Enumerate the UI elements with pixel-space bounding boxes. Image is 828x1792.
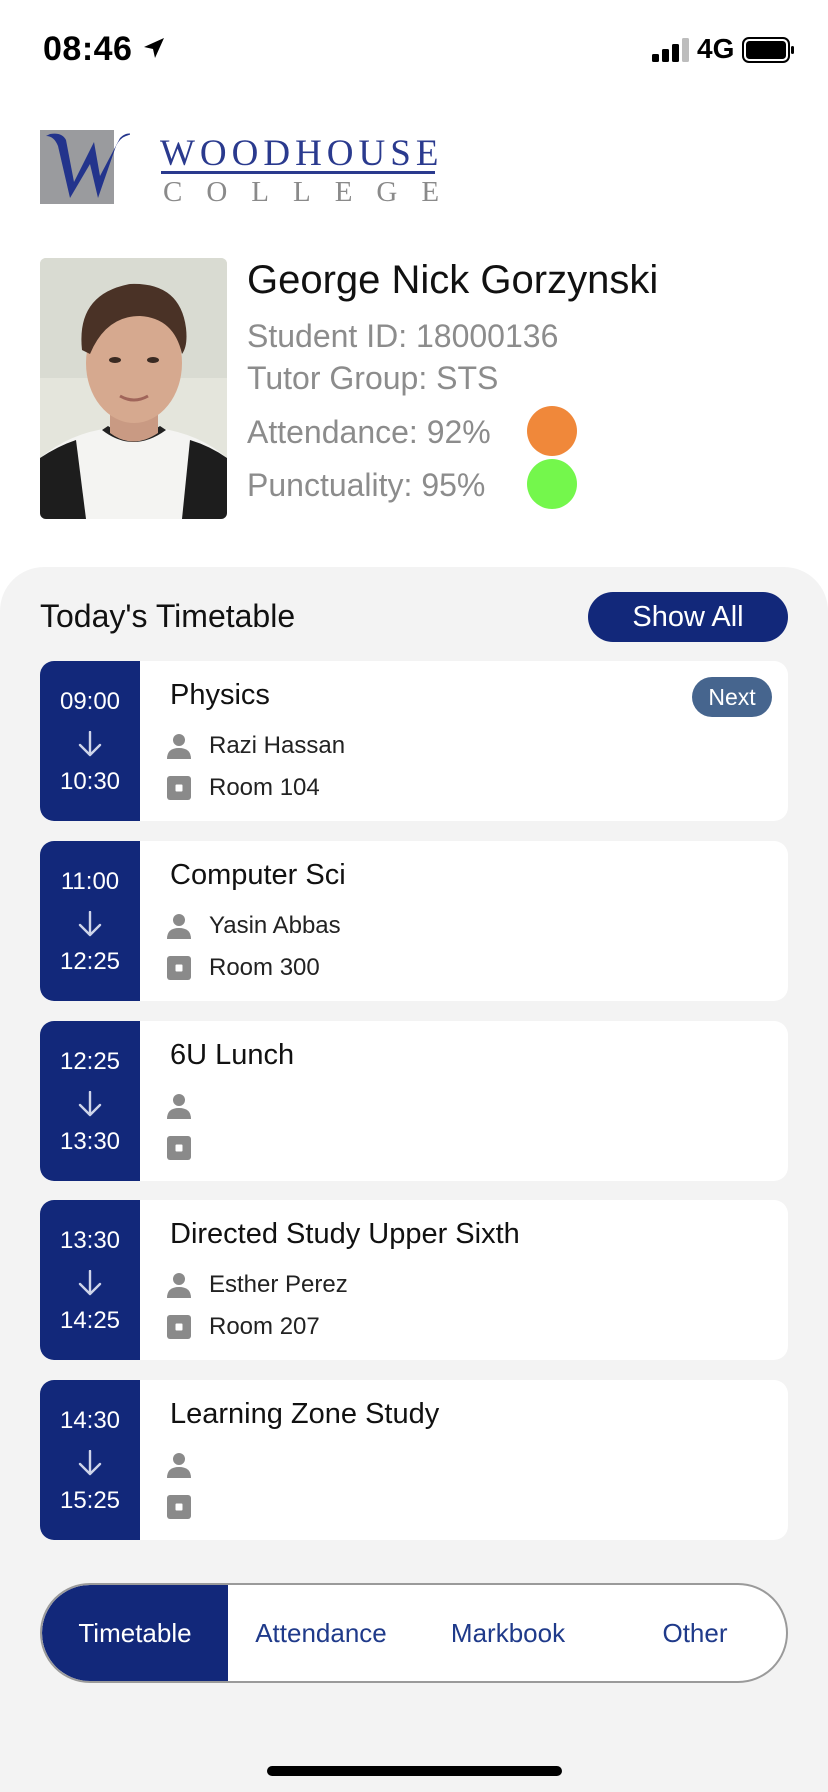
lesson-time-column: 12:25 13:30 <box>40 1021 140 1181</box>
status-time: 08:46 <box>43 30 133 68</box>
lesson-end-time: 15:25 <box>59 1487 121 1514</box>
signal-icon <box>652 38 689 62</box>
student-photo-image <box>40 258 227 519</box>
college-name: WOODHOUSE <box>160 133 444 174</box>
attendance-text: Attendance: 92% <box>247 414 491 450</box>
lesson-room-row: Room 207 <box>165 1312 320 1342</box>
attendance-status-dot <box>527 406 577 456</box>
student-name: George Nick Gorzynski <box>247 258 659 302</box>
student-photo <box>40 258 227 519</box>
lesson-subject: Learning Zone Study <box>170 1398 440 1430</box>
status-bar: 08:46 4G <box>0 0 828 100</box>
room-icon <box>165 1134 193 1162</box>
punctuality-text: Punctuality: 95% <box>247 467 486 503</box>
lesson-card[interactable]: 11:00 12:25 Computer Sci Yasin Abbas Room 30… <box>40 841 788 1001</box>
lesson-time-column: 13:30 14:25 <box>40 1200 140 1360</box>
network-type: 4G <box>697 33 735 64</box>
lesson-teacher-row: Esther Perez <box>165 1270 348 1300</box>
lesson-teacher-row <box>165 1450 209 1480</box>
lesson-end-time: 14:25 <box>59 1307 121 1334</box>
lesson-card[interactable]: 09:00 10:30 Physics Razi Hassan Room 104 Next <box>40 661 788 821</box>
lesson-start-time: 12:25 <box>59 1048 121 1075</box>
lesson-start-time: 13:30 <box>59 1227 121 1254</box>
arrow-down-icon <box>78 1269 102 1296</box>
lesson-end-time: 12:25 <box>59 948 121 975</box>
student-id: Student ID: 18000136 <box>247 318 559 354</box>
lesson-subject: Computer Sci <box>170 859 346 891</box>
college-logo: WOODHOUSE COLLEGE <box>40 128 440 208</box>
lesson-teacher: Esther Perez <box>209 1271 348 1298</box>
person-icon <box>165 912 193 940</box>
person-icon <box>165 1092 193 1120</box>
lesson-subject: Physics <box>170 679 270 711</box>
arrow-down-icon <box>78 730 102 757</box>
lesson-teacher-row: Razi Hassan <box>165 731 345 761</box>
timetable-title: Today's Timetable <box>40 598 296 634</box>
lesson-start-time: 11:00 <box>60 868 120 895</box>
lesson-teacher-row: Yasin Abbas <box>165 911 341 941</box>
tab-timetable[interactable]: Timetable <box>42 1585 228 1681</box>
logo-divider <box>161 171 435 174</box>
lesson-teacher: Razi Hassan <box>209 732 346 759</box>
lesson-room-row: Room 300 <box>165 953 320 983</box>
lesson-time-column: 09:00 10:30 <box>40 661 140 821</box>
room-icon <box>165 774 193 802</box>
lesson-room-row <box>165 1492 209 1522</box>
lesson-room: Room 104 <box>209 774 320 801</box>
tab-other[interactable]: Other <box>602 1585 786 1681</box>
tab-attendance[interactable]: Attendance <box>228 1585 414 1681</box>
punctuality-status-dot <box>527 459 577 509</box>
show-all-button[interactable]: Show All <box>588 592 788 642</box>
lesson-end-time: 10:30 <box>59 768 121 795</box>
lesson-subject: 6U Lunch <box>170 1039 295 1071</box>
arrow-down-icon <box>78 1449 102 1476</box>
lesson-card[interactable]: 12:25 13:30 6U Lunch <box>40 1021 788 1181</box>
lesson-subject: Directed Study Upper Sixth <box>170 1218 520 1250</box>
home-indicator <box>267 1766 562 1776</box>
tutor-group: Tutor Group: STS <box>247 360 499 396</box>
college-sub: COLLEGE <box>163 176 464 208</box>
lesson-room: Room 300 <box>209 954 320 981</box>
arrow-down-icon <box>78 910 102 937</box>
lesson-time-column: 14:30 15:25 <box>40 1380 140 1540</box>
next-badge: Next <box>692 677 772 717</box>
room-icon <box>165 1313 193 1341</box>
person-icon <box>165 1271 193 1299</box>
battery-icon <box>742 37 794 63</box>
arrow-down-icon <box>78 1090 102 1117</box>
lesson-teacher-row <box>165 1091 209 1121</box>
lesson-room-row <box>165 1133 209 1163</box>
lesson-room: Room 207 <box>209 1313 320 1340</box>
lesson-teacher: Yasin Abbas <box>209 912 341 939</box>
bottom-tab-bar: Timetable Attendance Markbook Other <box>40 1583 788 1683</box>
lesson-start-time: 14:30 <box>59 1407 121 1434</box>
lesson-card[interactable]: 14:30 15:25 Learning Zone Study <box>40 1380 788 1540</box>
lesson-room-row: Room 104 <box>165 773 320 803</box>
person-icon <box>165 732 193 760</box>
tab-markbook[interactable]: Markbook <box>414 1585 602 1681</box>
lesson-end-time: 13:30 <box>59 1128 121 1155</box>
college-logo-mark <box>40 130 130 204</box>
location-arrow-icon <box>144 38 164 58</box>
lesson-card[interactable]: 13:30 14:25 Directed Study Upper Sixth Esth… <box>40 1200 788 1360</box>
person-icon <box>165 1451 193 1479</box>
room-icon <box>165 1493 193 1521</box>
lesson-start-time: 09:00 <box>59 688 121 715</box>
room-icon <box>165 954 193 982</box>
lesson-time-column: 11:00 12:25 <box>40 841 140 1001</box>
